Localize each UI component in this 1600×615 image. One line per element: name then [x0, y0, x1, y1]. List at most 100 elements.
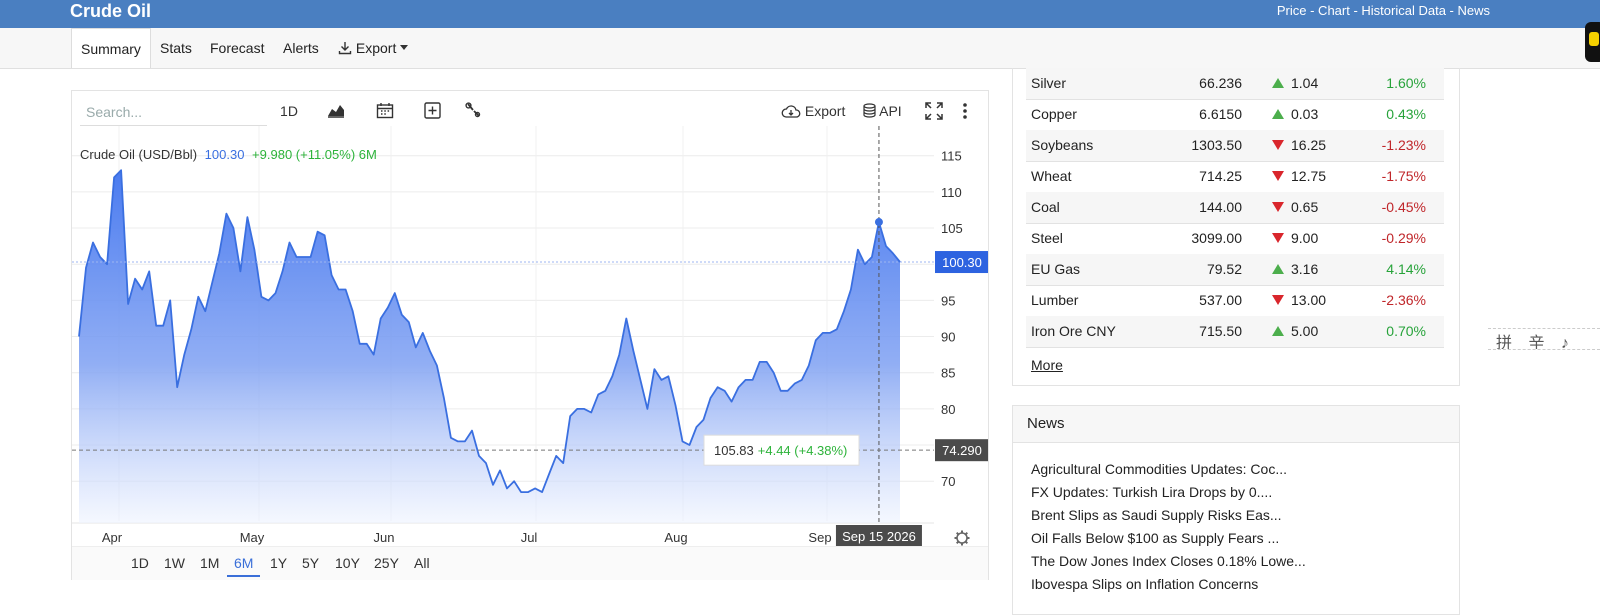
- crosshair-point: [874, 218, 883, 227]
- range-all[interactable]: All: [414, 555, 430, 571]
- range-6m[interactable]: 6M: [227, 555, 261, 577]
- tooltip-text: 105.83 +4.44 (+4.38%): [714, 443, 847, 458]
- news-item[interactable]: Oil Falls Below $100 as Supply Fears ...: [1031, 530, 1279, 546]
- chart-type-icon[interactable]: [327, 99, 345, 123]
- api-button[interactable]: API: [863, 99, 902, 123]
- legend-price: 100.30: [205, 147, 245, 162]
- y-tick-label: 115: [941, 149, 962, 164]
- x-tick-label: Sep: [808, 530, 831, 545]
- range-1w[interactable]: 1W: [164, 555, 185, 571]
- price-chart[interactable]: 707580859095100105110115AprMayJunJulAugS…: [72, 126, 988, 546]
- arrow-up-icon: [1272, 326, 1284, 337]
- y-tick-label: 85: [941, 366, 955, 381]
- commodity-change: 0.03: [1291, 106, 1319, 122]
- range-25y[interactable]: 25Y: [374, 555, 399, 571]
- news-item[interactable]: Ibovespa Slips on Inflation Concerns: [1031, 576, 1258, 592]
- commodity-percent: -2.36%: [1381, 292, 1426, 308]
- x-tick-label: Jun: [374, 530, 395, 545]
- y-tick-label: 80: [941, 402, 955, 417]
- crosshair-date-label: Sep 15 2026: [842, 529, 916, 544]
- page-title: Crude Oil: [70, 1, 152, 21]
- y-tick-label: 105: [941, 221, 963, 236]
- table-row[interactable]: Soybeans 1303.50 16.25 -1.23%: [1026, 130, 1444, 162]
- y-tick-label: 110: [941, 185, 962, 200]
- arrow-up-icon: [1272, 78, 1284, 89]
- commodity-change: 13.00: [1291, 292, 1327, 308]
- top-header-bar: Crude Oil Price - Chart - Historical Dat…: [0, 0, 1600, 28]
- table-row[interactable]: Iron Ore CNY 715.50 5.00 0.70%: [1026, 316, 1444, 348]
- tab-stats[interactable]: Stats: [160, 28, 192, 68]
- commodity-percent: -1.75%: [1381, 168, 1426, 184]
- commodity-percent: -0.29%: [1381, 230, 1426, 246]
- y-tick-label: 90: [941, 330, 955, 345]
- commodity-percent: -1.23%: [1381, 137, 1426, 153]
- commodity-name: Silver: [1031, 75, 1067, 91]
- news-item[interactable]: Agricultural Commodities Updates: Coc...: [1031, 461, 1287, 477]
- table-row[interactable]: Lumber 537.00 13.00 -2.36%: [1026, 285, 1444, 317]
- add-indicator-icon[interactable]: [424, 99, 441, 123]
- commodity-percent: 0.43%: [1386, 106, 1426, 122]
- range-5y[interactable]: 5Y: [302, 555, 319, 571]
- interval-button[interactable]: 1D: [279, 99, 299, 123]
- commodity-change: 16.25: [1291, 137, 1327, 153]
- database-icon: [863, 103, 876, 118]
- commodity-price: 3099.00: [1191, 230, 1242, 246]
- legend-name: Crude Oil (USD/Bbl): [80, 147, 197, 162]
- chart-search-input[interactable]: [80, 99, 267, 126]
- commodity-price: 1303.50: [1191, 137, 1242, 153]
- export-button[interactable]: Export: [781, 99, 845, 123]
- wrench-icon[interactable]: [465, 99, 481, 123]
- commodity-name: Coal: [1031, 199, 1060, 215]
- settings-gear-icon: [954, 530, 970, 546]
- commodity-name: EU Gas: [1031, 261, 1081, 277]
- table-row[interactable]: Copper 6.6150 0.03 0.43%: [1026, 99, 1444, 131]
- news-item[interactable]: Brent Slips as Saudi Supply Risks Eas...: [1031, 507, 1282, 523]
- header-links[interactable]: Price - Chart - Historical Data - News: [1277, 3, 1490, 18]
- more-vert-icon[interactable]: [962, 99, 968, 123]
- commodity-price: 66.236: [1199, 75, 1242, 91]
- tab-export[interactable]: Export: [338, 28, 409, 68]
- caret-down-icon: [400, 45, 409, 50]
- commodity-percent: 1.60%: [1386, 75, 1426, 91]
- arrow-up-icon: [1272, 264, 1284, 275]
- table-row[interactable]: Silver 66.236 1.04 1.60%: [1026, 68, 1444, 100]
- commodity-percent: 4.14%: [1386, 261, 1426, 277]
- commodity-name: Steel: [1031, 230, 1063, 246]
- ime-toolbar[interactable]: 拼 辛 ♪: [1488, 328, 1600, 350]
- commodity-change: 12.75: [1291, 168, 1327, 184]
- commodity-price: 6.6150: [1199, 106, 1242, 122]
- arrow-down-icon: [1272, 202, 1284, 213]
- download-icon: [338, 42, 352, 55]
- more-link[interactable]: More: [1031, 357, 1063, 373]
- news-title: News: [1013, 406, 1459, 443]
- side-widget-badge[interactable]: [1585, 22, 1600, 62]
- x-tick-label: May: [240, 530, 265, 545]
- tab-forecast[interactable]: Forecast: [210, 28, 264, 68]
- table-row[interactable]: Wheat 714.25 12.75 -1.75%: [1026, 161, 1444, 193]
- chart-legend: Crude Oil (USD/Bbl) 100.30 +9.980 (+11.0…: [80, 147, 377, 162]
- calendar-icon[interactable]: [376, 99, 394, 123]
- tab-export-label: Export: [355, 40, 397, 56]
- table-row[interactable]: Steel 3099.00 9.00 -0.29%: [1026, 223, 1444, 255]
- commodity-name: Lumber: [1031, 292, 1079, 308]
- range-1d[interactable]: 1D: [131, 555, 149, 571]
- chart-panel: 1D Export API 707580859095100105110115Ap…: [71, 90, 989, 580]
- range-1m[interactable]: 1M: [200, 555, 219, 571]
- fullscreen-icon[interactable]: [925, 99, 943, 123]
- range-selector: 1D 1W 1M 6M 1Y 5Y 10Y 25Y All: [72, 546, 988, 580]
- tab-summary[interactable]: Summary: [71, 28, 151, 68]
- table-row[interactable]: Coal 144.00 0.65 -0.45%: [1026, 192, 1444, 224]
- export-label: Export: [804, 103, 846, 119]
- tab-alerts[interactable]: Alerts: [283, 28, 319, 68]
- crosshair-price-label: 74.290: [942, 443, 982, 458]
- news-item[interactable]: The Dow Jones Index Closes 0.18% Lowe...: [1031, 553, 1306, 569]
- commodity-name: Soybeans: [1031, 137, 1094, 153]
- table-row[interactable]: EU Gas 79.52 3.16 4.14%: [1026, 254, 1444, 286]
- news-item[interactable]: FX Updates: Turkish Lira Drops by 0....: [1031, 484, 1272, 500]
- commodity-percent: 0.70%: [1386, 323, 1426, 339]
- range-10y[interactable]: 10Y: [335, 555, 360, 571]
- range-1y[interactable]: 1Y: [270, 555, 287, 571]
- commodity-name: Wheat: [1031, 168, 1072, 184]
- x-tick-label: Jul: [521, 530, 538, 545]
- api-label: API: [879, 103, 902, 119]
